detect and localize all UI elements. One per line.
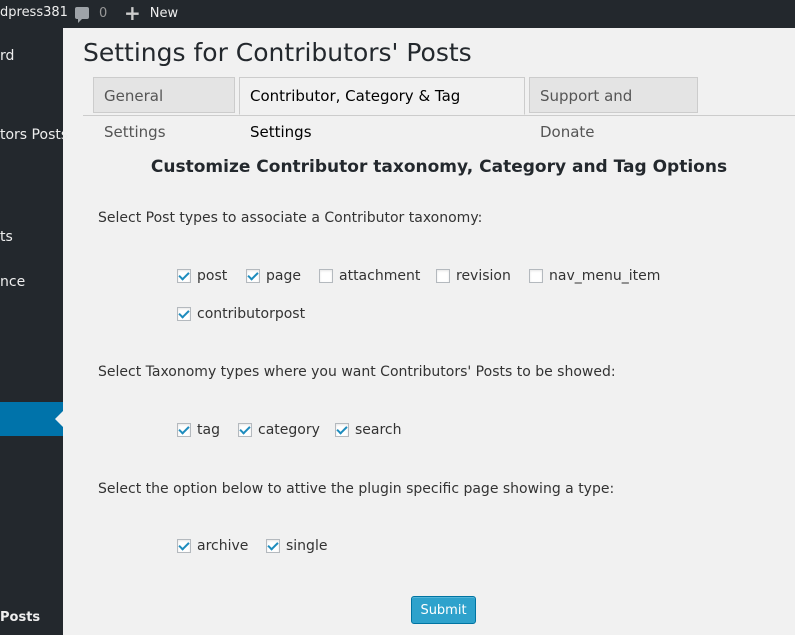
checkbox-contributorpost[interactable]	[177, 307, 191, 321]
sidebar-item-comments[interactable]: ts	[0, 229, 13, 245]
tab-contributor-category-tag[interactable]: Contributor, Category & Tag Settings	[239, 77, 525, 141]
admin-bar: dpress381 0 + New	[0, 0, 795, 28]
tab-general-settings[interactable]: General Settings	[93, 77, 235, 141]
checkbox-revision[interactable]	[436, 269, 450, 283]
new-content-link[interactable]: + New	[124, 0, 178, 26]
option-revision[interactable]: revision	[436, 268, 511, 284]
checkbox-single[interactable]	[266, 539, 280, 553]
checkbox-post[interactable]	[177, 269, 191, 283]
checkbox-category[interactable]	[238, 423, 252, 437]
page-type-label: Select the option below to attive the pl…	[98, 481, 615, 497]
option-label: page	[266, 268, 301, 284]
option-label: nav_menu_item	[549, 268, 661, 284]
option-label: post	[197, 268, 228, 284]
sidebar-item-contributors-posts[interactable]: tors Posts	[0, 127, 68, 143]
sidebar-item-settings-active[interactable]	[0, 402, 63, 436]
sidebar-submenu-posts[interactable]: Posts	[0, 610, 40, 625]
option-nav-menu-item[interactable]: nav_menu_item	[529, 268, 660, 284]
option-category[interactable]: category	[238, 422, 320, 438]
option-attachment[interactable]: attachment	[319, 268, 420, 284]
option-post[interactable]: post	[177, 268, 227, 284]
option-label: category	[258, 422, 320, 438]
checkbox-nav-menu-item[interactable]	[529, 269, 543, 283]
option-label: single	[286, 538, 328, 554]
comments-link[interactable]: 0	[75, 0, 107, 26]
post-types-label: Select Post types to associate a Contrib…	[98, 210, 483, 226]
settings-tabs: General Settings Contributor, Category &…	[83, 77, 795, 141]
sidebar-item-appearance[interactable]: nce	[0, 274, 25, 290]
checkbox-search[interactable]	[335, 423, 349, 437]
option-contributorpost[interactable]: contributorpost	[177, 306, 305, 322]
option-label: revision	[456, 268, 511, 284]
option-search[interactable]: search	[335, 422, 402, 438]
option-label: archive	[197, 538, 249, 554]
option-label: search	[355, 422, 402, 438]
page-title: Settings for Contributors' Posts	[83, 38, 472, 67]
checkbox-page[interactable]	[246, 269, 260, 283]
option-archive[interactable]: archive	[177, 538, 248, 554]
plus-icon: +	[124, 1, 141, 25]
new-label: New	[149, 5, 179, 21]
tab-support-donate[interactable]: Support and Donate	[529, 77, 698, 141]
option-page[interactable]: page	[246, 268, 301, 284]
sidebar-item-dashboard[interactable]: rd	[0, 48, 14, 64]
admin-sidebar: rd tors Posts ts nce Posts	[0, 28, 68, 635]
section-heading: Customize Contributor taxonomy, Category…	[150, 157, 728, 177]
checkbox-tag[interactable]	[177, 423, 191, 437]
comment-count: 0	[99, 5, 108, 21]
site-name-link[interactable]: dpress381	[0, 0, 68, 26]
option-single[interactable]: single	[266, 538, 327, 554]
taxonomy-types-label: Select Taxonomy types where you want Con…	[98, 364, 616, 380]
checkbox-archive[interactable]	[177, 539, 191, 553]
option-label: attachment	[339, 268, 421, 284]
comment-icon	[75, 7, 89, 23]
option-label: contributorpost	[197, 306, 306, 322]
submit-button[interactable]: Submit	[411, 596, 476, 624]
checkbox-attachment[interactable]	[319, 269, 333, 283]
option-tag[interactable]: tag	[177, 422, 220, 438]
option-label: tag	[197, 422, 220, 438]
